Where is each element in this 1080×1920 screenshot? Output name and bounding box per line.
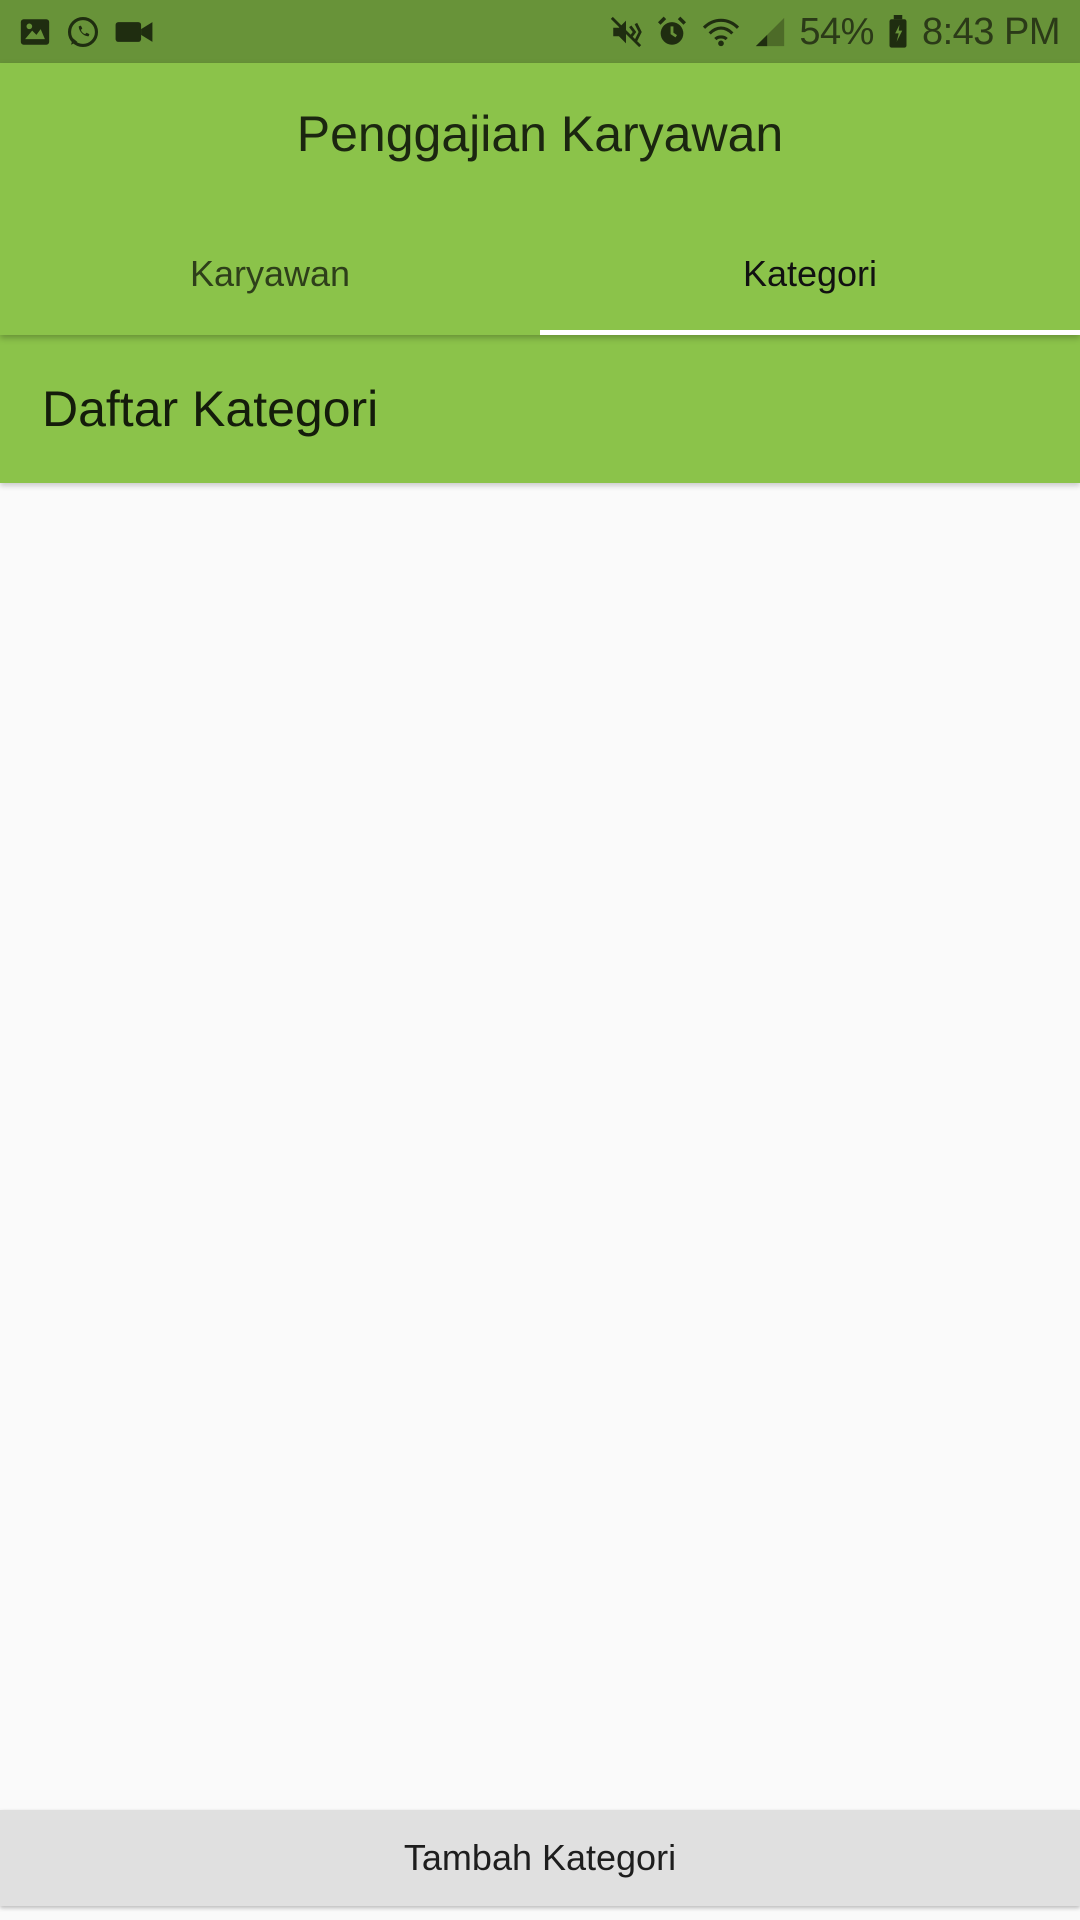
battery-percent: 54%: [799, 10, 874, 53]
alarm-icon: [655, 15, 689, 49]
video-camera-icon: [114, 15, 154, 49]
tab-bar: Karyawan Kategori: [0, 243, 1080, 335]
gallery-icon: [18, 15, 52, 49]
tab-karyawan[interactable]: Karyawan: [0, 243, 540, 335]
section-header: Daftar Kategori: [0, 335, 1080, 483]
app-title: Penggajian Karyawan: [296, 106, 784, 162]
category-list: [0, 483, 1080, 1810]
wifi-icon: [701, 15, 741, 49]
whatsapp-icon: [66, 15, 100, 49]
battery-charging-icon: [886, 15, 910, 49]
tab-label: Kategori: [742, 253, 878, 294]
clock: 8:43 PM: [921, 10, 1061, 53]
add-category-button[interactable]: Tambah Kategori: [0, 1810, 1080, 1906]
status-bar: 54% 8:43 PM: [0, 0, 1080, 63]
mute-vibrate-icon: [609, 15, 643, 49]
tab-kategori[interactable]: Kategori: [540, 243, 1080, 335]
section-title: Daftar Kategori: [42, 381, 379, 437]
app-bar: Penggajian Karyawan Karyawan Kategori: [0, 63, 1080, 335]
notification-icons: [18, 12, 154, 52]
signal-icon: [753, 15, 787, 49]
tab-indicator: [540, 330, 1080, 335]
system-icons: 54% 8:43 PM: [609, 8, 1061, 56]
tab-label: Karyawan: [189, 253, 351, 294]
